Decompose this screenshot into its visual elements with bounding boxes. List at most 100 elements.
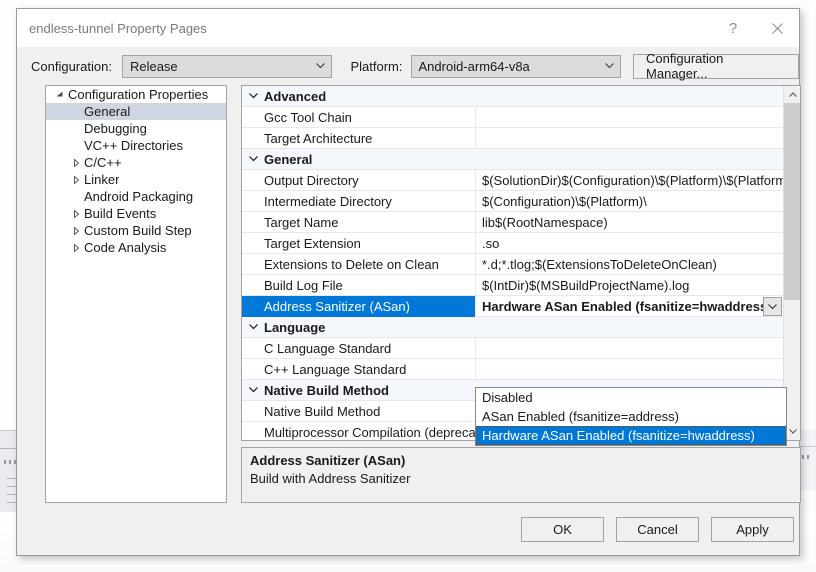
scroll-up-button[interactable] [784, 86, 801, 103]
tree-item-label: Linker [84, 172, 119, 187]
tree-item-android-packaging[interactable]: Android Packaging [46, 188, 226, 205]
tree-item-general[interactable]: General [46, 103, 226, 120]
scrollbar-thumb[interactable] [784, 103, 801, 300]
triangle-expanded-icon[interactable] [52, 91, 68, 99]
configuration-value: Release [130, 59, 178, 74]
triangle-collapsed-icon[interactable] [68, 159, 84, 167]
tree-item-label: Configuration Properties [68, 87, 208, 102]
dropdown-option[interactable]: Disabled [476, 388, 786, 407]
dropdown-option[interactable]: Hardware ASan Enabled (fsanitize=hwaddre… [476, 426, 786, 445]
property-value[interactable] [476, 359, 783, 380]
property-value-dropdown-button[interactable] [763, 297, 782, 316]
property-row[interactable]: C++ Language Standard [242, 359, 783, 380]
property-name: Target Architecture [242, 128, 476, 149]
dialog-titlebar[interactable]: endless-tunnel Property Pages ? [17, 9, 799, 47]
property-name: C++ Language Standard [242, 359, 476, 380]
property-row[interactable]: Intermediate Directory$(Configuration)\$… [242, 191, 783, 212]
property-group-header[interactable]: Advanced [242, 86, 783, 107]
property-pages-dialog: endless-tunnel Property Pages ? Configur… [16, 8, 800, 556]
tree-item-label: Android Packaging [84, 189, 193, 204]
property-value[interactable] [476, 338, 783, 359]
triangle-collapsed-icon[interactable] [68, 176, 84, 184]
property-group-header[interactable]: General [242, 149, 783, 170]
chevron-down-icon [598, 56, 620, 77]
property-group-header[interactable]: Language [242, 317, 783, 338]
dialog-body: Configuration Properties General Debugging… [17, 85, 799, 503]
ok-label: OK [553, 522, 572, 537]
property-name: Language [264, 317, 783, 338]
help-button[interactable]: ? [711, 9, 755, 47]
configuration-manager-button[interactable]: Configuration Manager... [633, 54, 799, 79]
tree-item-build-events[interactable]: Build Events [46, 205, 226, 222]
configuration-tree[interactable]: Configuration Properties General Debugging… [45, 85, 227, 503]
property-name: Target Name [242, 212, 476, 233]
chevron-up-icon [789, 92, 797, 97]
configuration-select[interactable]: Release [122, 55, 333, 78]
triangle-collapsed-icon[interactable] [68, 227, 84, 235]
cancel-button[interactable]: Cancel [616, 517, 699, 542]
property-name: Native Build Method [242, 401, 476, 422]
property-row[interactable]: Extensions to Delete on Clean*.d;*.tlog;… [242, 254, 783, 275]
property-value[interactable]: Hardware ASan Enabled (fsanitize=hwaddre… [476, 296, 783, 317]
platform-select[interactable]: Android-arm64-v8a [411, 55, 622, 78]
ok-button[interactable]: OK [521, 517, 604, 542]
chevron-down-icon[interactable] [242, 387, 264, 393]
tree-item-custom-build-step[interactable]: Custom Build Step [46, 222, 226, 239]
property-name: Output Directory [242, 170, 476, 191]
configuration-toolbar: Configuration: Release Platform: Android… [17, 47, 799, 85]
property-row[interactable]: C Language Standard [242, 338, 783, 359]
titlebar-buttons: ? [711, 9, 799, 47]
property-name: Multiprocessor Compilation (deprecated) [242, 422, 476, 441]
property-row[interactable]: Build Log File$(IntDir)$(MSBuildProjectN… [242, 275, 783, 296]
platform-value: Android-arm64-v8a [419, 59, 530, 74]
tree-item-linker[interactable]: Linker [46, 171, 226, 188]
apply-button[interactable]: Apply [711, 517, 794, 542]
property-row[interactable]: Address Sanitizer (ASan)Hardware ASan En… [242, 296, 783, 317]
property-row[interactable]: Target Namelib$(RootNamespace) [242, 212, 783, 233]
tree-item-configuration-properties[interactable]: Configuration Properties [46, 86, 226, 103]
configuration-manager-label: Configuration Manager... [646, 51, 786, 81]
tree-item-c-c[interactable]: C/C++ [46, 154, 226, 171]
chevron-down-icon [309, 56, 331, 77]
property-name: Intermediate Directory [242, 191, 476, 212]
property-row[interactable]: Output Directory$(SolutionDir)$(Configur… [242, 170, 783, 191]
chevron-down-icon[interactable] [242, 156, 264, 162]
property-value[interactable]: .so [476, 233, 783, 254]
property-value[interactable] [476, 107, 783, 128]
property-name: Address Sanitizer (ASan) [242, 296, 476, 317]
chevron-down-icon[interactable] [242, 93, 264, 99]
property-row[interactable]: Gcc Tool Chain [242, 107, 783, 128]
tree-item-label: C/C++ [84, 155, 122, 170]
property-name: C Language Standard [242, 338, 476, 359]
dialog-footer: OK Cancel Apply [17, 507, 799, 555]
property-value[interactable]: $(Configuration)\$(Platform)\ [476, 191, 783, 212]
description-text: Build with Address Sanitizer [250, 471, 792, 486]
close-icon [772, 23, 783, 34]
chevron-down-icon[interactable] [242, 324, 264, 330]
description-pane: Address Sanitizer (ASan) Build with Addr… [241, 447, 801, 503]
description-title: Address Sanitizer (ASan) [250, 453, 792, 468]
chevron-down-icon [768, 304, 777, 310]
apply-label: Apply [736, 522, 769, 537]
triangle-collapsed-icon[interactable] [68, 244, 84, 252]
tree-item-debugging[interactable]: Debugging [46, 120, 226, 137]
tree-item-code-analysis[interactable]: Code Analysis [46, 239, 226, 256]
triangle-collapsed-icon[interactable] [68, 210, 84, 218]
asan-dropdown-list[interactable]: DisabledASan Enabled (fsanitize=address)… [475, 387, 787, 446]
tree-item-label: General [84, 104, 130, 119]
cancel-label: Cancel [637, 522, 677, 537]
property-value[interactable]: *.d;*.tlog;$(ExtensionsToDeleteOnClean) [476, 254, 783, 275]
dropdown-option[interactable]: ASan Enabled (fsanitize=address) [476, 407, 786, 426]
tree-item-vc-directories[interactable]: VC++ Directories [46, 137, 226, 154]
tree-item-label: Debugging [84, 121, 147, 136]
property-value[interactable]: lib$(RootNamespace) [476, 212, 783, 233]
property-value[interactable] [476, 128, 783, 149]
property-value[interactable]: $(IntDir)$(MSBuildProjectName).log [476, 275, 783, 296]
tree-item-label: Build Events [84, 206, 156, 221]
property-name: Target Extension [242, 233, 476, 254]
close-button[interactable] [755, 9, 799, 47]
property-value[interactable]: $(SolutionDir)$(Configuration)\$(Platfor… [476, 170, 783, 191]
property-row[interactable]: Target Architecture [242, 128, 783, 149]
property-row[interactable]: Target Extension.so [242, 233, 783, 254]
property-name: Gcc Tool Chain [242, 107, 476, 128]
